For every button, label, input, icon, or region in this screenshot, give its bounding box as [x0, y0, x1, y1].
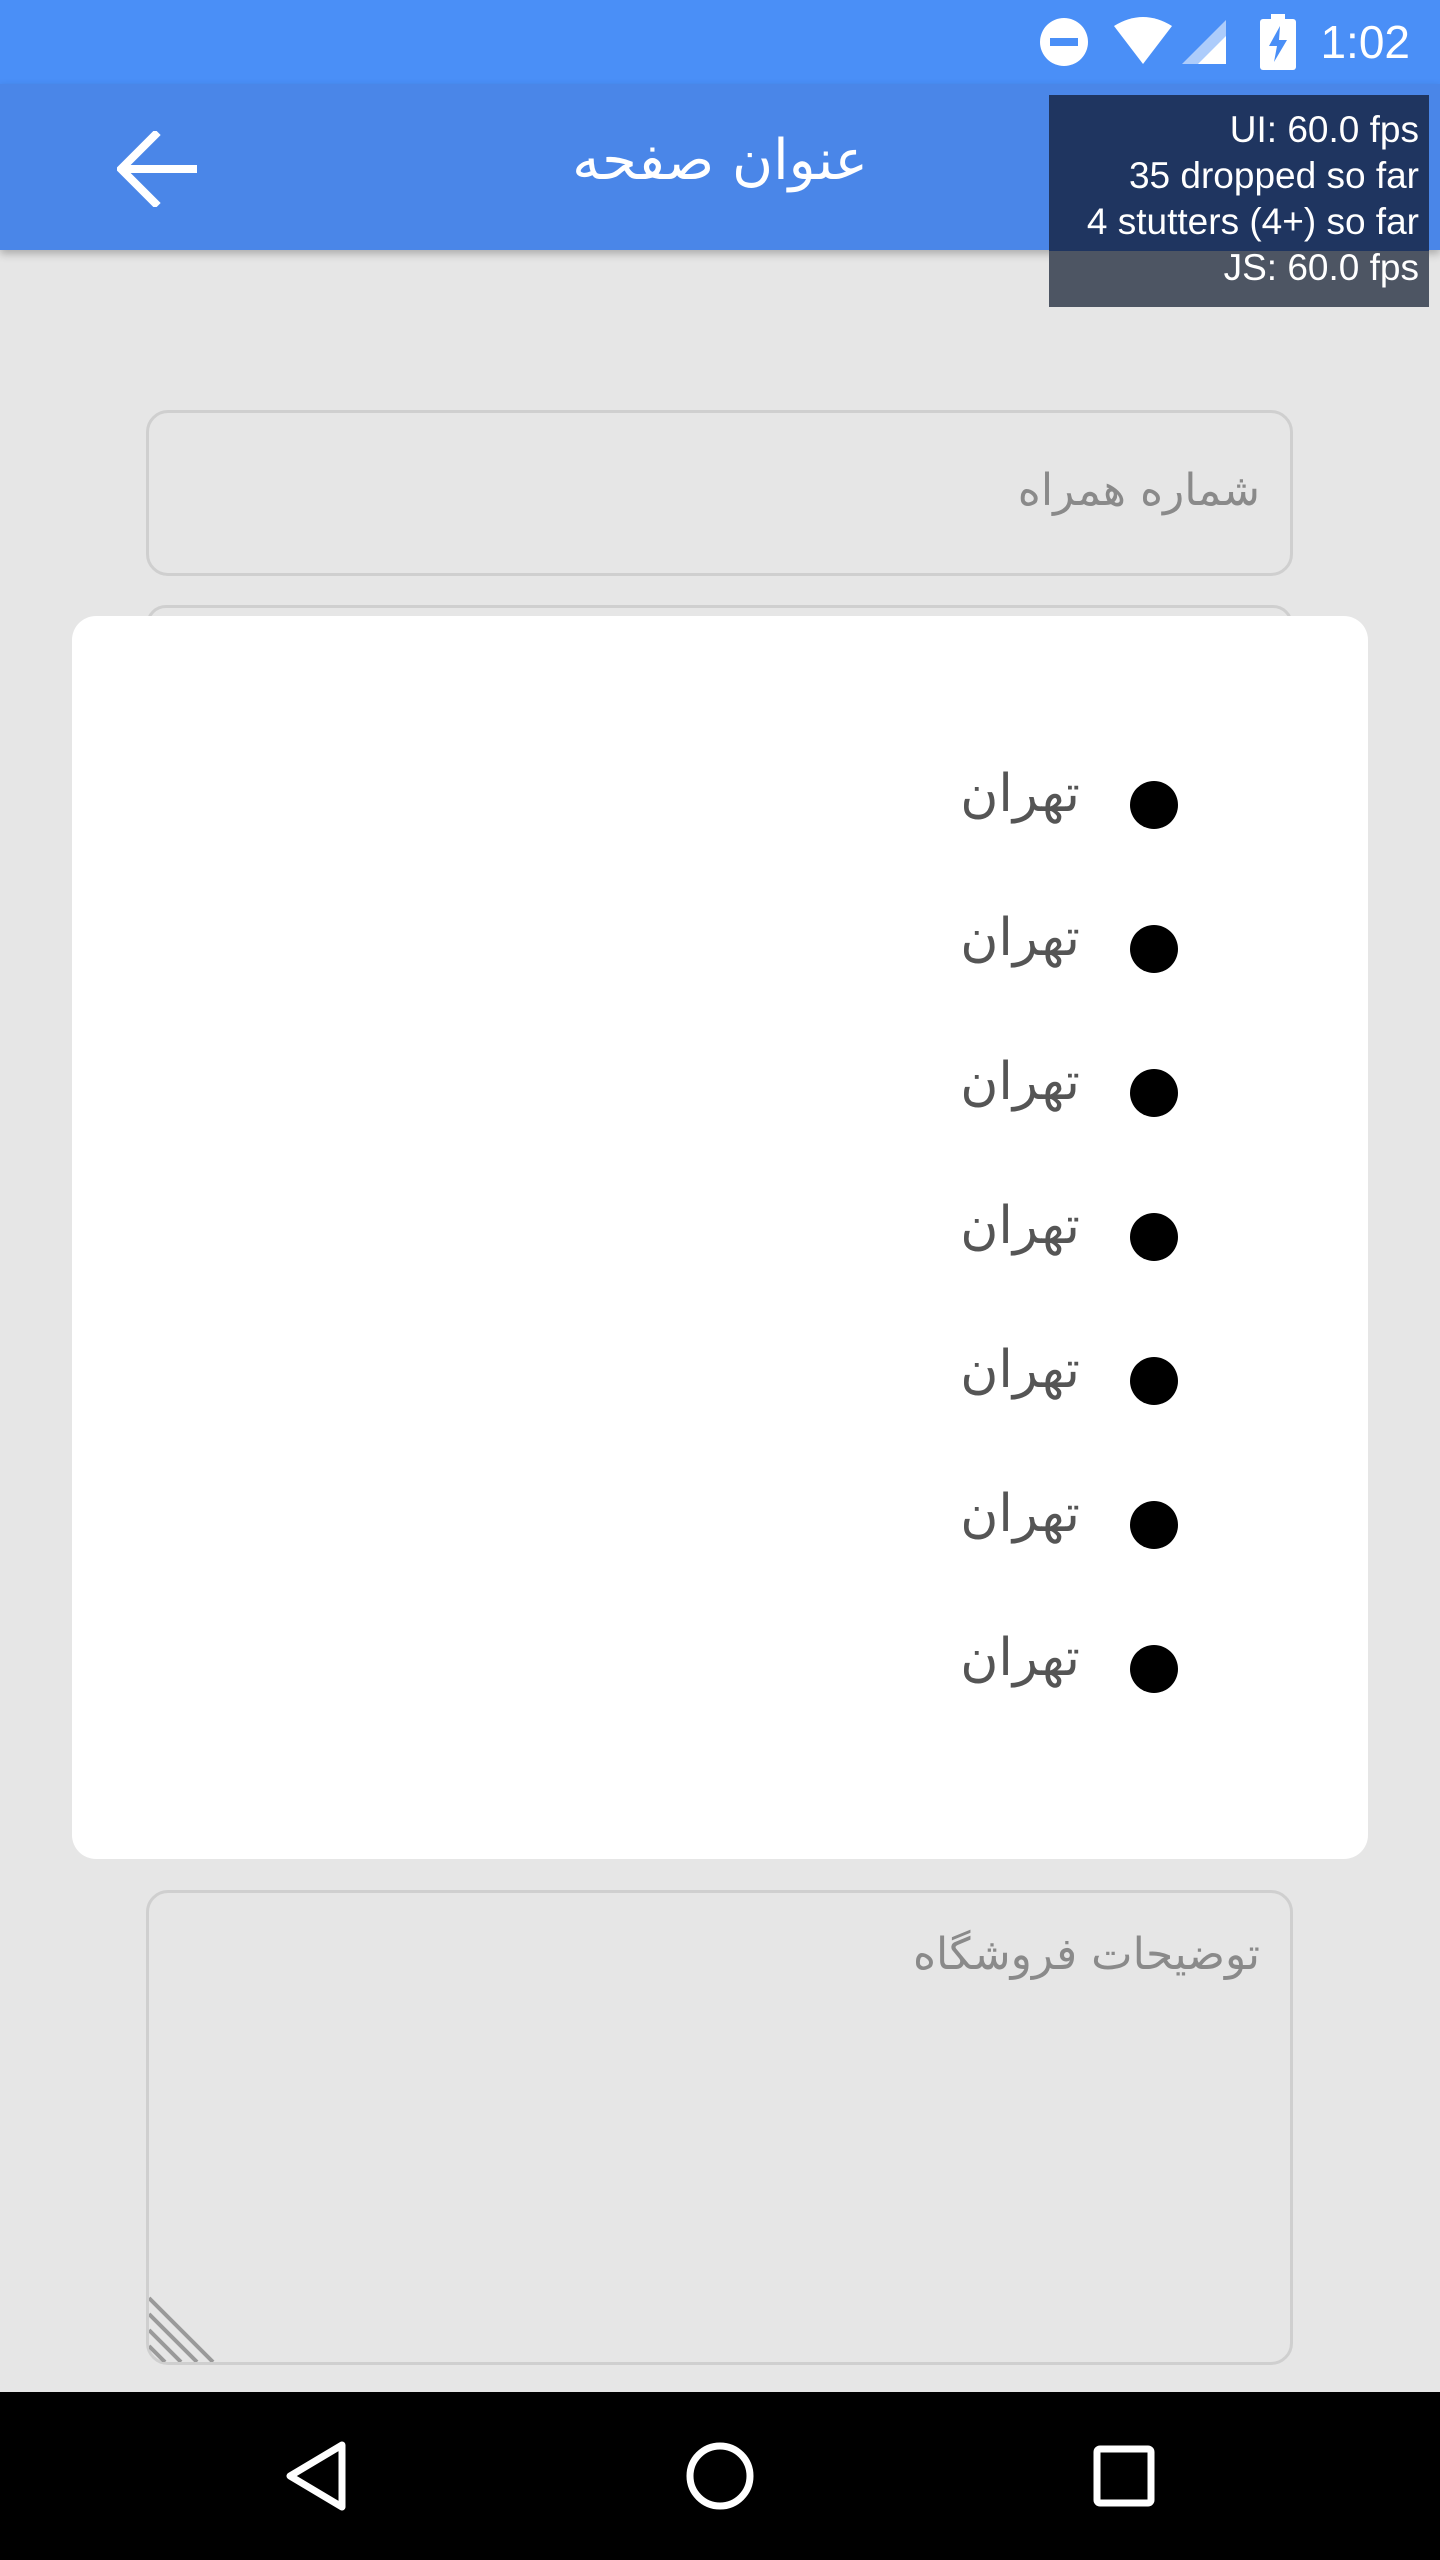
system-navigation-bar	[0, 2392, 1440, 2560]
city-option-label: تهران	[960, 1340, 1080, 1400]
city-option[interactable]: تهران	[72, 880, 1368, 1024]
status-icons: 1:02	[1038, 0, 1440, 84]
phone-number-field[interactable]: شماره همراه	[146, 410, 1293, 576]
city-option-label: تهران	[960, 1628, 1080, 1688]
nav-home-button[interactable]	[670, 2426, 770, 2526]
signal-icon	[1182, 20, 1227, 64]
nav-recents-button[interactable]	[1074, 2426, 1174, 2526]
wifi-icon	[1114, 17, 1173, 64]
radio-selected-icon	[1130, 1501, 1178, 1549]
radio-selected-icon	[1130, 1213, 1178, 1261]
perf-js-fps: JS: 60.0 fps	[1223, 247, 1419, 288]
city-option-label: تهران	[960, 764, 1080, 824]
nav-recents-icon	[1093, 2445, 1155, 2507]
city-option-label: تهران	[960, 908, 1080, 968]
perf-stutters: 4 stutters (4+) so far	[1086, 201, 1419, 242]
status-bar: 1:02	[0, 0, 1440, 84]
city-option-label: تهران	[960, 1196, 1080, 1256]
perf-dropped: 35 dropped so far	[1128, 155, 1419, 196]
store-description-field[interactable]: توضیحات فروشگاه	[146, 1890, 1293, 2365]
city-option[interactable]: تهران	[72, 1168, 1368, 1312]
radio-selected-icon	[1130, 925, 1178, 973]
city-options-list: تهران تهران تهران تهران تهران تهران تهرا…	[72, 736, 1368, 1744]
city-option[interactable]: تهران	[72, 1024, 1368, 1168]
nav-back-button[interactable]	[266, 2426, 366, 2526]
do-not-disturb-icon	[1040, 18, 1089, 66]
city-option[interactable]: تهران	[72, 736, 1368, 880]
radio-selected-icon	[1130, 781, 1178, 829]
city-option[interactable]: تهران	[72, 1456, 1368, 1600]
perf-ui-fps: UI: 60.0 fps	[1229, 109, 1419, 150]
phone-number-placeholder: شماره همراه	[1017, 465, 1260, 516]
status-time: 1:02	[1320, 16, 1410, 68]
city-option[interactable]: تهران	[72, 1600, 1368, 1744]
store-description-placeholder: توضیحات فروشگاه	[912, 1929, 1260, 1980]
radio-selected-icon	[1130, 1645, 1178, 1693]
nav-back-icon	[286, 2441, 346, 2511]
city-picker-modal: تهران تهران تهران تهران تهران تهران تهرا…	[72, 616, 1368, 1859]
battery-charging-icon	[1260, 14, 1297, 70]
nav-home-icon	[686, 2442, 754, 2510]
city-option-label: تهران	[960, 1052, 1080, 1112]
city-option[interactable]: تهران	[72, 1312, 1368, 1456]
radio-selected-icon	[1130, 1357, 1178, 1405]
perf-monitor-overlay: UI: 60.0 fps 35 dropped so far 4 stutter…	[1049, 95, 1429, 307]
resize-handle-icon[interactable]	[149, 2282, 229, 2362]
city-option-label: تهران	[960, 1484, 1080, 1544]
radio-selected-icon	[1130, 1069, 1178, 1117]
